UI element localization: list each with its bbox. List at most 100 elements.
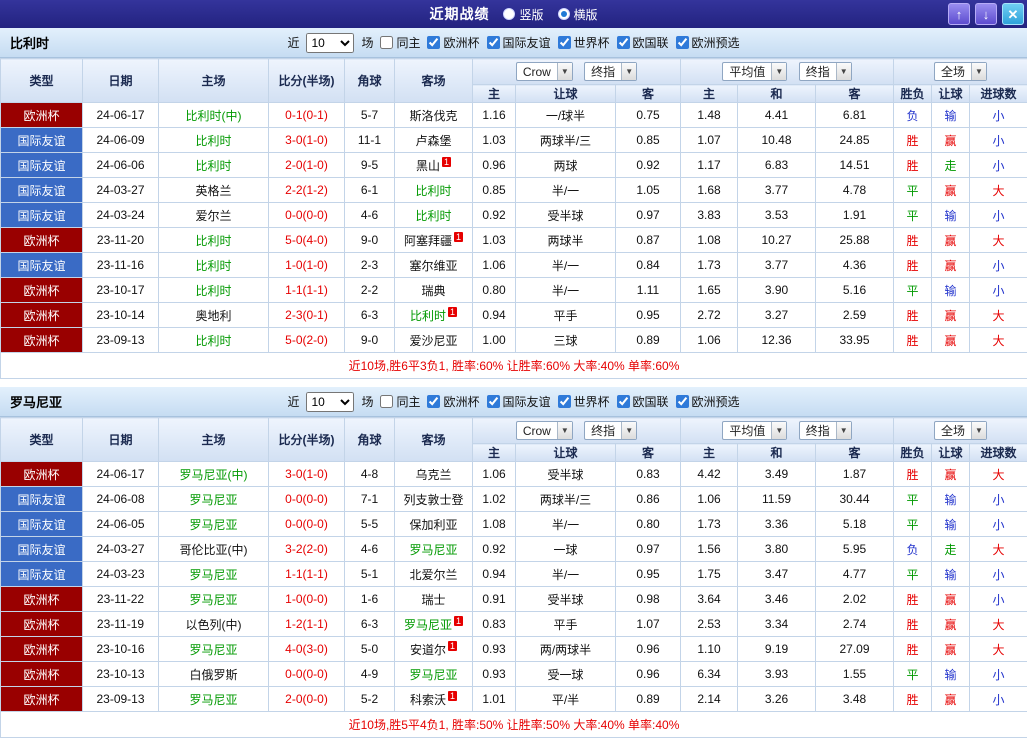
nationsleague-checkbox[interactable] — [617, 395, 630, 408]
recent-count-select[interactable]: 10 — [306, 33, 354, 53]
bookmaker-select[interactable]: Crow▼ — [516, 62, 573, 81]
score-cell[interactable]: 0-0(0-0) — [269, 662, 345, 687]
close-button[interactable]: ✕ — [1002, 3, 1024, 25]
eurocup-checkbox[interactable] — [427, 395, 440, 408]
score-cell[interactable]: 2-3(0-1) — [269, 303, 345, 328]
home-team-cell[interactable]: 以色列(中) — [159, 612, 269, 637]
score-cell[interactable]: 5-0(4-0) — [269, 228, 345, 253]
away-team-cell[interactable]: 瑞典 — [395, 278, 473, 303]
home-team-cell[interactable]: 比利时 — [159, 328, 269, 353]
home-team-cell[interactable]: 爱尔兰 — [159, 203, 269, 228]
away-team-cell[interactable]: 科索沃1 — [395, 687, 473, 712]
home-team-cell[interactable]: 罗马尼亚 — [159, 487, 269, 512]
score-cell[interactable]: 1-1(1-1) — [269, 562, 345, 587]
home-team-cell[interactable]: 英格兰 — [159, 178, 269, 203]
filter-same-home[interactable]: 同主 — [380, 34, 420, 51]
layout-radio-horizontal[interactable]: 横版 — [558, 6, 598, 23]
final-odds-select2[interactable]: 终指▼ — [799, 421, 852, 440]
final-odds-select[interactable]: 终指▼ — [584, 421, 637, 440]
worldcup-checkbox[interactable] — [558, 395, 571, 408]
worldcup-checkbox[interactable] — [558, 36, 571, 49]
scroll-up-button[interactable]: ↑ — [948, 3, 970, 25]
score-cell[interactable]: 4-0(3-0) — [269, 637, 345, 662]
score-cell[interactable]: 2-0(0-0) — [269, 687, 345, 712]
score-cell[interactable]: 0-0(0-0) — [269, 203, 345, 228]
nationsleague-checkbox[interactable] — [617, 36, 630, 49]
home-team-cell[interactable]: 罗马尼亚 — [159, 587, 269, 612]
euroqualifier-checkbox[interactable] — [676, 36, 689, 49]
home-team-cell[interactable]: 比利时 — [159, 153, 269, 178]
away-team-cell[interactable]: 列支敦士登 — [395, 487, 473, 512]
away-team-cell[interactable]: 比利时 — [395, 178, 473, 203]
home-team-cell[interactable]: 比利时(中) — [159, 103, 269, 128]
away-team-cell[interactable]: 北爱尔兰 — [395, 562, 473, 587]
home-team-cell[interactable]: 罗马尼亚 — [159, 637, 269, 662]
score-cell[interactable]: 3-0(1-0) — [269, 128, 345, 153]
fullmatch-select[interactable]: 全场▼ — [934, 62, 987, 81]
away-team-cell[interactable]: 爱沙尼亚 — [395, 328, 473, 353]
home-team-cell[interactable]: 白俄罗斯 — [159, 662, 269, 687]
away-team-cell[interactable]: 塞尔维亚 — [395, 253, 473, 278]
bookmaker-select[interactable]: Crow▼ — [516, 421, 573, 440]
score-cell[interactable]: 0-0(0-0) — [269, 487, 345, 512]
filter-league-euroqualifier[interactable]: 欧洲预选 — [676, 393, 740, 410]
home-team-cell[interactable]: 奥地利 — [159, 303, 269, 328]
score-cell[interactable]: 3-2(2-0) — [269, 537, 345, 562]
friendly-checkbox[interactable] — [487, 395, 500, 408]
home-team-cell[interactable]: 比利时 — [159, 228, 269, 253]
score-cell[interactable]: 1-2(1-1) — [269, 612, 345, 637]
same-home-checkbox[interactable] — [380, 395, 393, 408]
away-team-cell[interactable]: 乌克兰 — [395, 462, 473, 487]
same-home-checkbox[interactable] — [380, 36, 393, 49]
away-team-cell[interactable]: 斯洛伐克 — [395, 103, 473, 128]
filter-league-eurocup[interactable]: 欧洲杯 — [427, 34, 479, 51]
filter-same-home[interactable]: 同主 — [380, 393, 420, 410]
home-team-cell[interactable]: 罗马尼亚 — [159, 562, 269, 587]
layout-radio-vertical[interactable]: 竖版 — [503, 6, 543, 23]
filter-league-worldcup[interactable]: 世界杯 — [558, 34, 610, 51]
score-cell[interactable]: 2-0(1-0) — [269, 153, 345, 178]
away-team-cell[interactable]: 卢森堡 — [395, 128, 473, 153]
score-cell[interactable]: 5-0(2-0) — [269, 328, 345, 353]
average-select[interactable]: 平均值▼ — [722, 421, 787, 440]
euroqualifier-checkbox[interactable] — [676, 395, 689, 408]
score-cell[interactable]: 1-1(1-1) — [269, 278, 345, 303]
away-team-cell[interactable]: 罗马尼亚1 — [395, 612, 473, 637]
filter-league-euroqualifier[interactable]: 欧洲预选 — [676, 34, 740, 51]
filter-league-friendly[interactable]: 国际友谊 — [487, 393, 551, 410]
filter-league-eurocup[interactable]: 欧洲杯 — [427, 393, 479, 410]
away-team-cell[interactable]: 瑞士 — [395, 587, 473, 612]
away-team-cell[interactable]: 阿塞拜疆1 — [395, 228, 473, 253]
away-team-cell[interactable]: 比利时 — [395, 203, 473, 228]
eurocup-checkbox[interactable] — [427, 36, 440, 49]
away-team-cell[interactable]: 安道尔1 — [395, 637, 473, 662]
scroll-down-button[interactable]: ↓ — [975, 3, 997, 25]
home-team-cell[interactable]: 比利时 — [159, 128, 269, 153]
home-team-cell[interactable]: 比利时 — [159, 278, 269, 303]
final-odds-select[interactable]: 终指▼ — [584, 62, 637, 81]
friendly-checkbox[interactable] — [487, 36, 500, 49]
away-team-cell[interactable]: 保加利亚 — [395, 512, 473, 537]
score-cell[interactable]: 1-0(1-0) — [269, 253, 345, 278]
away-team-cell[interactable]: 罗马尼亚 — [395, 537, 473, 562]
home-team-cell[interactable]: 罗马尼亚 — [159, 512, 269, 537]
recent-count-select[interactable]: 10 — [306, 392, 354, 412]
average-select[interactable]: 平均值▼ — [722, 62, 787, 81]
home-team-cell[interactable]: 罗马尼亚(中) — [159, 462, 269, 487]
score-cell[interactable]: 0-0(0-0) — [269, 512, 345, 537]
away-team-cell[interactable]: 比利时1 — [395, 303, 473, 328]
home-team-cell[interactable]: 哥伦比亚(中) — [159, 537, 269, 562]
score-cell[interactable]: 2-2(1-2) — [269, 178, 345, 203]
fullmatch-select[interactable]: 全场▼ — [934, 421, 987, 440]
filter-league-nationsleague[interactable]: 欧国联 — [617, 34, 669, 51]
away-team-cell[interactable]: 黑山1 — [395, 153, 473, 178]
filter-league-friendly[interactable]: 国际友谊 — [487, 34, 551, 51]
final-odds-select2[interactable]: 终指▼ — [799, 62, 852, 81]
score-cell[interactable]: 0-1(0-1) — [269, 103, 345, 128]
filter-league-worldcup[interactable]: 世界杯 — [558, 393, 610, 410]
home-team-cell[interactable]: 罗马尼亚 — [159, 687, 269, 712]
score-cell[interactable]: 1-0(0-0) — [269, 587, 345, 612]
home-team-cell[interactable]: 比利时 — [159, 253, 269, 278]
filter-league-nationsleague[interactable]: 欧国联 — [617, 393, 669, 410]
score-cell[interactable]: 3-0(1-0) — [269, 462, 345, 487]
